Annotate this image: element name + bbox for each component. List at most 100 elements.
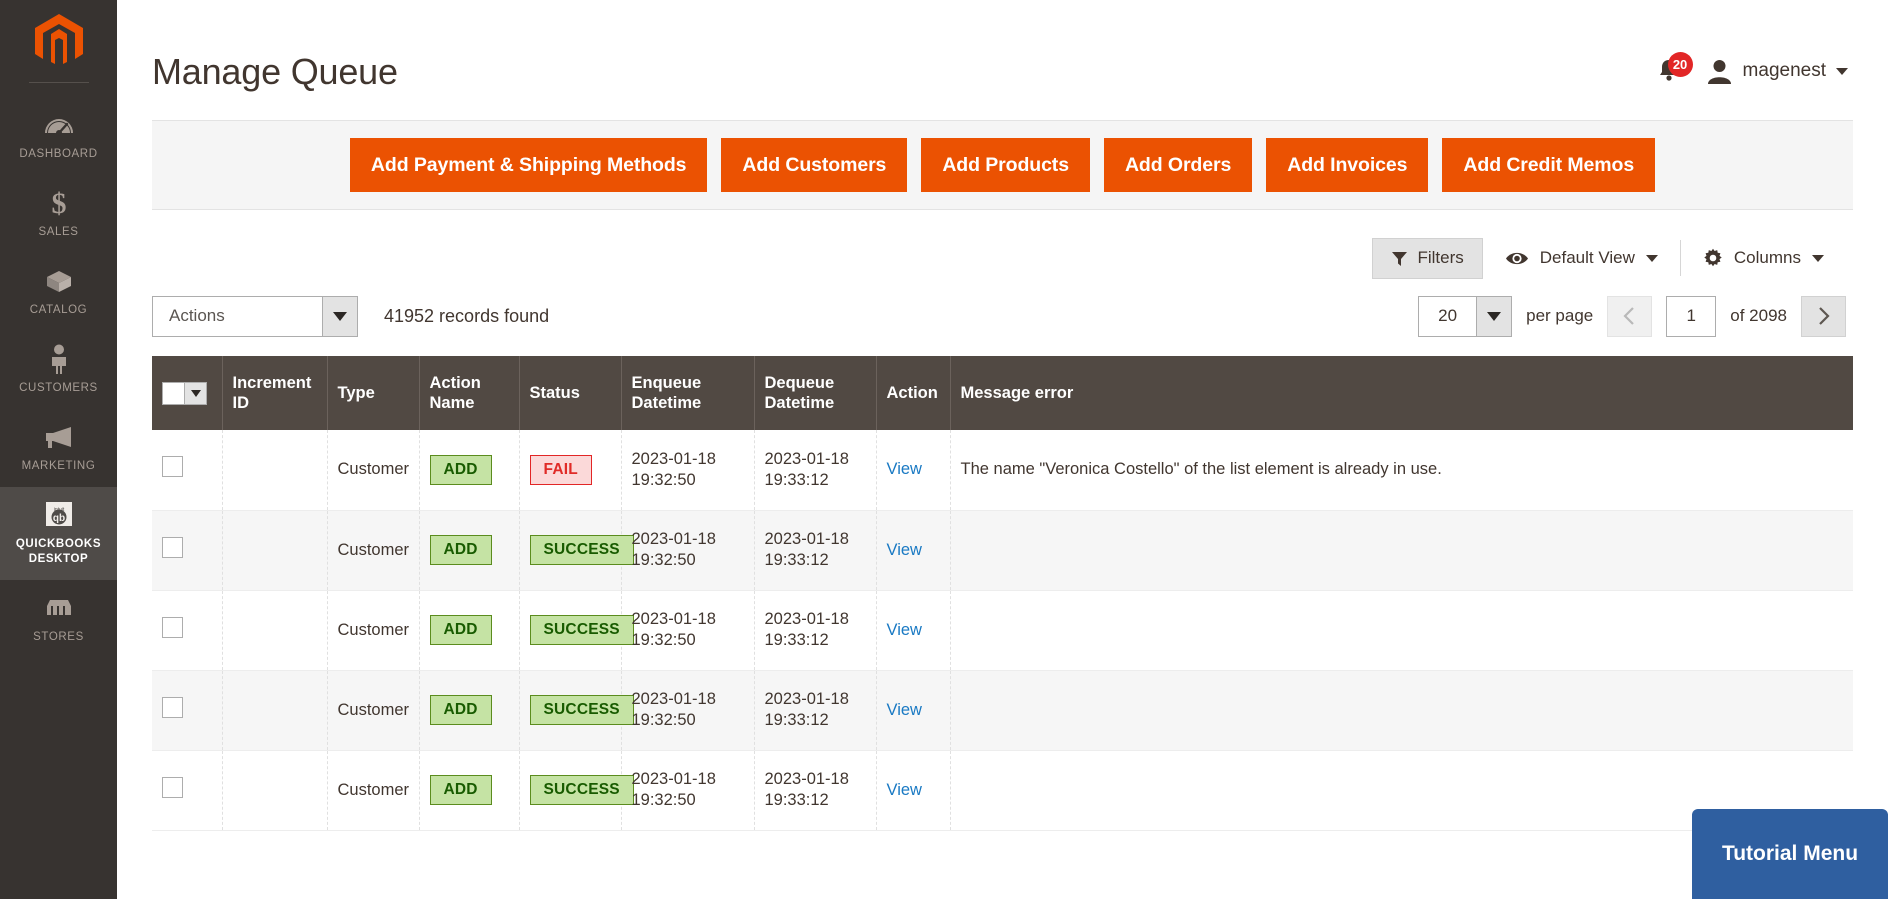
per-page-label: per page (1526, 306, 1593, 326)
column-header-message-error[interactable]: Message error (950, 356, 1853, 430)
cell-action[interactable]: View (876, 430, 950, 510)
action-name-badge: ADD (430, 535, 492, 565)
view-link[interactable]: View (887, 460, 922, 478)
select-all-checkbox[interactable] (162, 382, 185, 405)
view-link[interactable]: View (887, 541, 922, 559)
sidebar-item-quickbooks-desktop[interactable]: intuit qb Quickbooks Desktop (0, 487, 117, 580)
filters-label: Filters (1417, 248, 1463, 268)
row-select-cell[interactable] (152, 430, 222, 510)
quick-actions-bar: Add Payment & Shipping Methods Add Custo… (152, 120, 1853, 210)
box-icon (42, 266, 76, 296)
cell-action-name: ADD (419, 750, 519, 830)
row-checkbox[interactable] (162, 617, 183, 638)
select-all-dropdown-arrow[interactable] (185, 382, 207, 405)
add-products-button[interactable]: Add Products (921, 138, 1090, 192)
chevron-down-icon (1812, 255, 1824, 262)
table-row[interactable]: CustomerADDSUCCESS2023-01-18 19:32:50202… (152, 670, 1853, 750)
sidebar-item-customers[interactable]: Customers (0, 331, 117, 409)
cell-action[interactable]: View (876, 510, 950, 590)
cell-message-error (950, 510, 1853, 590)
table-row[interactable]: CustomerADDFAIL2023-01-18 19:32:502023-0… (152, 430, 1853, 510)
quickbooks-icon: intuit qb (42, 500, 76, 530)
row-checkbox[interactable] (162, 537, 183, 558)
select-all-header[interactable] (152, 356, 222, 430)
add-customers-button[interactable]: Add Customers (721, 138, 907, 192)
table-row[interactable]: CustomerADDSUCCESS2023-01-18 19:32:50202… (152, 750, 1853, 830)
actions-select-value: Actions (152, 296, 322, 337)
row-select-cell[interactable] (152, 590, 222, 670)
add-orders-button[interactable]: Add Orders (1104, 138, 1252, 192)
actions-select-arrow (322, 296, 358, 337)
column-header-status[interactable]: Status (519, 356, 621, 430)
next-page-button[interactable] (1801, 296, 1846, 337)
tutorial-menu-button[interactable]: Tutorial Menu (1692, 809, 1888, 899)
columns-dropdown[interactable]: Columns (1681, 238, 1846, 279)
user-menu[interactable]: magenest (1706, 58, 1848, 84)
cell-message-error (950, 590, 1853, 670)
sidebar-item-sales[interactable]: $ Sales (0, 175, 117, 253)
row-select-cell[interactable] (152, 670, 222, 750)
cell-action[interactable]: View (876, 750, 950, 830)
column-header-type[interactable]: Type (327, 356, 419, 430)
default-view-dropdown[interactable]: Default View (1483, 238, 1680, 279)
svg-text:qb: qb (52, 513, 64, 524)
notifications-bell[interactable]: 20 (1654, 56, 1684, 86)
store-icon (42, 593, 76, 623)
view-link[interactable]: View (887, 781, 922, 799)
column-header-action[interactable]: Action (876, 356, 950, 430)
magento-logo-icon (33, 14, 85, 68)
page-number-input[interactable]: 1 (1666, 296, 1716, 337)
per-page-value: 20 (1418, 296, 1476, 337)
cell-status: SUCCESS (519, 750, 621, 830)
table-row[interactable]: CustomerADDSUCCESS2023-01-18 19:32:50202… (152, 590, 1853, 670)
grid-actions-left: Actions 41952 records found (152, 296, 549, 337)
previous-page-button[interactable] (1607, 296, 1652, 337)
page-header: Manage Queue 20 magenest (117, 0, 1888, 112)
add-credit-memos-button[interactable]: Add Credit Memos (1442, 138, 1655, 192)
sidebar-item-marketing[interactable]: Marketing (0, 409, 117, 487)
cell-type: Customer (327, 510, 419, 590)
column-header-dequeue-datetime[interactable]: Dequeue Datetime (754, 356, 876, 430)
cell-increment-id (222, 590, 327, 670)
notification-count-badge: 20 (1668, 52, 1693, 77)
status-badge: SUCCESS (530, 775, 634, 805)
magento-logo[interactable] (33, 0, 85, 82)
sidebar-item-stores[interactable]: Stores (0, 580, 117, 658)
sidebar-item-label: Dashboard (19, 147, 97, 162)
column-header-action-name[interactable]: Action Name (419, 356, 519, 430)
megaphone-icon (42, 422, 76, 452)
main-content: Manage Queue 20 magenest (117, 0, 1888, 899)
cell-enqueue-datetime: 2023-01-18 19:32:50 (621, 750, 754, 830)
column-header-enqueue-datetime[interactable]: Enqueue Datetime (621, 356, 754, 430)
row-select-cell[interactable] (152, 510, 222, 590)
row-select-cell[interactable] (152, 750, 222, 830)
table-row[interactable]: CustomerADDSUCCESS2023-01-18 19:32:50202… (152, 510, 1853, 590)
cell-increment-id (222, 750, 327, 830)
cell-dequeue-datetime: 2023-01-18 19:33:12 (754, 750, 876, 830)
cell-enqueue-datetime: 2023-01-18 19:32:50 (621, 430, 754, 510)
sidebar-item-catalog[interactable]: Catalog (0, 253, 117, 331)
sidebar-item-label: Stores (33, 630, 84, 645)
row-checkbox[interactable] (162, 456, 183, 477)
cell-dequeue-datetime: 2023-01-18 19:33:12 (754, 510, 876, 590)
per-page-select-arrow (1476, 296, 1512, 337)
view-link[interactable]: View (887, 621, 922, 639)
add-invoices-button[interactable]: Add Invoices (1266, 138, 1428, 192)
add-payment-shipping-methods-button[interactable]: Add Payment & Shipping Methods (350, 138, 708, 192)
row-checkbox[interactable] (162, 697, 183, 718)
per-page-select[interactable]: 20 (1418, 296, 1512, 337)
actions-select[interactable]: Actions (152, 296, 358, 337)
view-link[interactable]: View (887, 701, 922, 719)
cell-action[interactable]: View (876, 590, 950, 670)
person-icon (42, 344, 76, 374)
sidebar-item-dashboard[interactable]: Dashboard (0, 97, 117, 175)
cell-action[interactable]: View (876, 670, 950, 750)
column-header-increment-id[interactable]: Increment ID (222, 356, 327, 430)
cell-message-error (950, 670, 1853, 750)
row-checkbox[interactable] (162, 777, 183, 798)
cell-type: Customer (327, 670, 419, 750)
cell-dequeue-datetime: 2023-01-18 19:33:12 (754, 670, 876, 750)
filters-button[interactable]: Filters (1372, 238, 1482, 279)
filter-icon (1391, 250, 1408, 267)
cell-increment-id (222, 510, 327, 590)
